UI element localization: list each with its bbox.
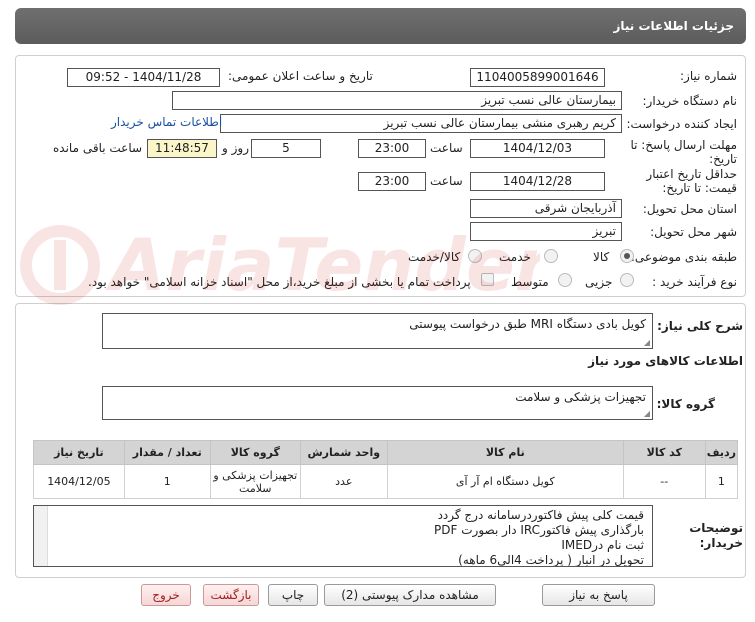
buyer-notes-field[interactable]: قیمت کلی پیش فاکتوردرسامانه درج گردد بار… [33, 505, 653, 567]
process-option-medium: متوسط [511, 275, 549, 289]
city-field: تبریز [470, 222, 622, 241]
summary-text: کویل بادی دستگاه MRI طبق درخواست پیوستی [409, 317, 646, 331]
announce-datetime-field: 1404/11/28 - 09:52 [67, 68, 220, 87]
validity-label: حداقل تاریخ اعتبار [646, 167, 737, 181]
col-group-header: گروه کالا [209, 440, 301, 465]
reply-button[interactable]: پاسخ به نیاز [542, 584, 655, 606]
category-label: طبقه بندی موضوعی: [630, 250, 737, 264]
col-row-header: ردیف [704, 440, 739, 465]
validity-time-field: 23:00 [358, 172, 426, 191]
remaining-time-label: ساعت باقی مانده [53, 141, 143, 155]
goods-info-heading: اطلاعات کالاهای مورد نیاز [588, 354, 743, 368]
need-number-field: 1104005899001646 [470, 68, 605, 87]
goods-group-label: گروه کالا: [656, 397, 715, 411]
page-title: جزئیات اطلاعات نیاز [613, 19, 734, 33]
cell-unit: عدد [299, 464, 388, 499]
days-remaining-field: 5 [251, 139, 321, 158]
notes-label-2: خریدار: [699, 536, 743, 550]
table-row: 1 -- کویل دستگاه ام آر آی عدد تجهیزات پز… [33, 464, 739, 499]
goods-table: ردیف کد کالا نام کالا واحد شمارش گروه کا… [33, 440, 739, 499]
print-button[interactable]: چاپ [268, 584, 318, 606]
days-label: روز و [222, 141, 249, 155]
process-label: نوع فرآیند خرید : [652, 275, 737, 289]
summary-field: کویل بادی دستگاه MRI طبق درخواست پیوستی … [102, 313, 653, 349]
summary-label: شرح کلی نیاز: [657, 319, 743, 333]
treasury-payment-checkbox[interactable] [481, 273, 494, 286]
province-label: استان محل تحویل: [642, 202, 737, 216]
category-option-goods: کالا [593, 250, 610, 264]
cell-quantity: 1 [123, 464, 211, 499]
validity-time-label: ساعت [430, 174, 463, 188]
city-label: شهر محل تحویل: [650, 225, 737, 239]
notes-scrollbar[interactable] [34, 506, 48, 566]
cell-code: -- [622, 464, 706, 499]
cell-group: تجهیزات پزشکی و سلامت [209, 464, 301, 499]
process-option-minor: جزیی [585, 275, 613, 289]
notes-line: ثبت نام درIMED [561, 538, 644, 552]
category-radio-goods[interactable] [620, 249, 634, 263]
notes-line: بارگذاری پیش فاکتورIRC دار بصورت PDF [434, 523, 644, 537]
category-radio-both[interactable] [468, 249, 482, 263]
deadline-label-2: تاریخ: [709, 152, 737, 166]
deadline-date-field: 1404/12/03 [470, 139, 605, 158]
process-radio-medium[interactable] [558, 273, 572, 287]
col-name-header: نام کالا [386, 440, 624, 465]
deadline-time-label: ساعت [430, 141, 463, 155]
remaining-time-field: 11:48:57 [147, 139, 217, 158]
announce-label: تاریخ و ساعت اعلان عمومی: [228, 69, 373, 83]
goods-table-header-row: ردیف کد کالا نام کالا واحد شمارش گروه کا… [33, 440, 739, 465]
resize-grip-icon[interactable]: ◢ [644, 409, 650, 418]
col-unit-header: واحد شمارش [299, 440, 388, 465]
need-number-label: شماره نیاز: [680, 69, 737, 83]
process-radio-minor[interactable] [620, 273, 634, 287]
cell-need-date: 1404/12/05 [33, 464, 125, 499]
validity-date-field: 1404/12/28 [470, 172, 605, 191]
category-option-both: کالا/خدمت [408, 250, 461, 264]
notes-line: تحویل در انبار ( پرداخت 4الی6 ماهه) [458, 553, 644, 567]
exit-button[interactable]: خروج [141, 584, 191, 606]
category-option-service: خدمت [499, 250, 531, 264]
buyer-field: بیمارستان عالی نسب تبریز [172, 91, 622, 110]
cell-name: کویل دستگاه ام آر آی [386, 464, 624, 499]
deadline-time-field: 23:00 [358, 139, 426, 158]
deadline-label: مهلت ارسال پاسخ: تا [630, 138, 737, 152]
treasury-payment-note: پرداخت تمام یا بخشی از مبلغ خرید،از محل … [88, 275, 471, 289]
col-code-header: کد کالا [622, 440, 706, 465]
goods-group-field: تجهیزات پزشکی و سلامت ◢ [102, 386, 653, 420]
province-field: آذربایجان شرقی [470, 199, 622, 218]
cell-row-number: 1 [704, 464, 739, 499]
buyer-label: نام دستگاه خریدار: [642, 94, 738, 108]
page-header: جزئیات اطلاعات نیاز [15, 8, 746, 44]
notes-label: توضیحات [689, 521, 743, 535]
category-radio-service[interactable] [544, 249, 558, 263]
col-date-header: تاریخ نیاز [33, 440, 125, 465]
goods-group-text: تجهیزات پزشکی و سلامت [515, 390, 646, 404]
notes-line: قیمت کلی پیش فاکتوردرسامانه درج گردد [437, 508, 644, 522]
back-button[interactable]: بازگشت [203, 584, 259, 606]
validity-label-2: قیمت: تا تاریخ: [662, 181, 737, 195]
creator-field: کریم رهبری منشی بیمارستان عالی نسب تبریز [220, 114, 622, 133]
creator-label: ایجاد کننده درخواست: [626, 117, 737, 131]
view-attachments-button[interactable]: مشاهده مدارک پیوستی (2) [324, 584, 496, 606]
col-quantity-header: تعداد / مقدار [123, 440, 211, 465]
resize-grip-icon[interactable]: ◢ [644, 338, 650, 347]
buyer-contact-link[interactable]: اطلاعات تماس خریدار [111, 115, 222, 129]
